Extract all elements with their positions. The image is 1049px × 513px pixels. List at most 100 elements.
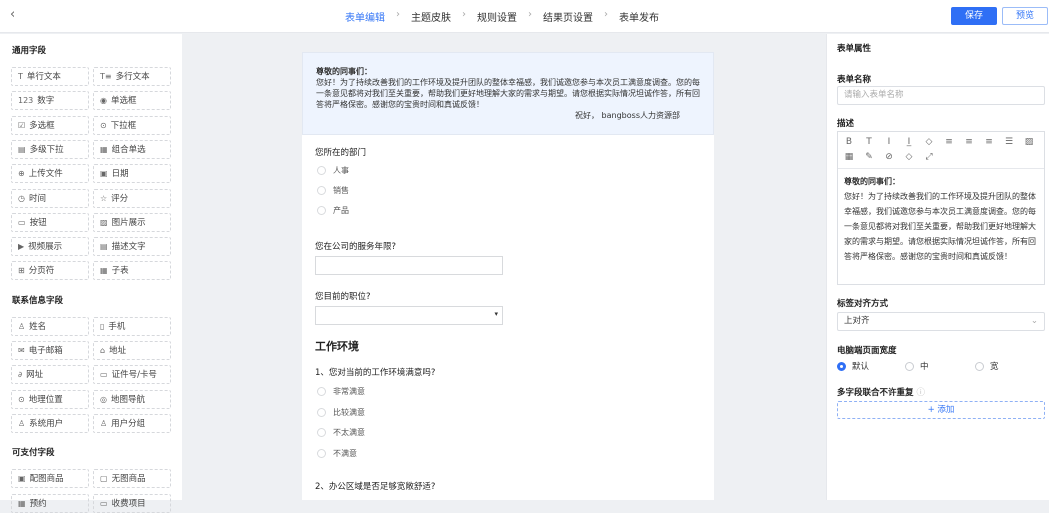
- chevron-right-icon: ›: [604, 9, 608, 20]
- toolbar-icon[interactable]: I̲: [904, 135, 914, 150]
- field-icon: ▣: [18, 474, 26, 484]
- field-item[interactable]: ▢ 无图商品: [93, 469, 171, 489]
- step-tab[interactable]: 表单发布: [619, 9, 659, 24]
- field-label: 日期: [111, 169, 129, 180]
- radio-option[interactable]: 比较满意: [317, 407, 365, 418]
- field-item[interactable]: ✉ 电子邮箱: [11, 341, 89, 360]
- field-item[interactable]: T 单行文本: [11, 67, 89, 86]
- save-button[interactable]: 保存: [951, 7, 997, 25]
- field-item[interactable]: ▭ 收费项目: [93, 493, 171, 513]
- toolbar-icon[interactable]: ⤢: [924, 150, 934, 165]
- field-item[interactable]: ⌂ 地址: [93, 341, 171, 360]
- field-item[interactable]: ▯ 手机: [93, 316, 171, 336]
- field-item[interactable]: ◉ 单选框: [93, 91, 171, 111]
- toolbar-icon[interactable]: ⊘: [884, 150, 894, 165]
- field-item[interactable]: T≡ 多行文本: [93, 67, 171, 86]
- field-icon: ▦: [100, 144, 108, 154]
- step-tab[interactable]: 表单编辑: [345, 9, 385, 24]
- field-label: 地理位置: [28, 394, 63, 405]
- toolbar-icon[interactable]: ≡: [964, 135, 974, 150]
- toolbar-icon[interactable]: ☰: [1004, 135, 1014, 150]
- field-label: 地图导航: [110, 394, 145, 405]
- toolbar-icon[interactable]: ▨: [1024, 135, 1034, 150]
- greeting: 尊敬的同事们：: [316, 67, 372, 76]
- field-item[interactable]: ▶ 视频展示: [11, 237, 89, 257]
- field-item[interactable]: ♙ 系统用户: [11, 413, 89, 433]
- width-option[interactable]: 中: [905, 360, 929, 372]
- radio-option[interactable]: 不满意: [317, 448, 357, 459]
- top-bar: ‹ 表单编辑 › 主题皮肤 › 规则设置 › 结果页设置 › 表单发布 保存 预览: [0, 0, 1049, 33]
- field-item[interactable]: ⊕ 上传文件: [11, 164, 89, 184]
- radio-circle: [317, 428, 326, 437]
- section-title: 通用字段: [12, 46, 47, 56]
- field-palette: 通用字段 T 单行文本 T≡ 多行文本 123 数字 ◉ 单选框 ☑ 多选框 ⊙ 下拉框 ▤ 多级下拉 ▦ 组合…: [0, 34, 182, 513]
- field-item[interactable]: ▤ 多级下拉: [11, 139, 89, 159]
- radio-option[interactable]: 人事: [317, 165, 349, 176]
- field-item[interactable]: ▭ 证件号/卡号: [93, 365, 171, 385]
- field-label: 分页符: [28, 266, 55, 277]
- preview-button[interactable]: 预览: [1002, 7, 1048, 25]
- chevron-right-icon: ›: [528, 9, 532, 20]
- field-label: 视频展示: [28, 242, 63, 253]
- radio-option[interactable]: 销售: [317, 185, 349, 196]
- field-item[interactable]: ◷ 时间: [11, 188, 89, 208]
- radio-option[interactable]: 非常满意: [317, 386, 365, 397]
- field-icon: ▶: [18, 242, 25, 252]
- field-item[interactable]: ⊙ 下拉框: [93, 115, 171, 135]
- radio-option[interactable]: 产品: [317, 205, 349, 216]
- field-item[interactable]: ▭ 按钮: [11, 212, 89, 232]
- years-input[interactable]: [315, 256, 503, 275]
- form-intro-banner[interactable]: 尊敬的同事们： 您好！为了持续改善我们的工作环境及提升团队的整体幸福感，我们诚邀…: [302, 52, 714, 135]
- field-label: 评分: [111, 193, 129, 204]
- chevron-right-icon: ›: [462, 9, 466, 20]
- align-select[interactable]: 上对齐 ⌄: [837, 312, 1045, 331]
- field-item[interactable]: ▤ 描述文字: [93, 237, 171, 257]
- help-icon[interactable]: ⓘ: [916, 388, 925, 398]
- field-item[interactable]: ∂ 网址: [11, 365, 89, 385]
- field-item[interactable]: ▣ 配图商品: [11, 469, 89, 489]
- toolbar-icon[interactable]: ✎: [864, 150, 874, 165]
- toolbar-icon[interactable]: ▦: [844, 150, 854, 165]
- field-item[interactable]: ⊙ 地理位置: [11, 389, 89, 409]
- toolbar-icon[interactable]: B: [844, 135, 854, 150]
- form-name-input[interactable]: 请输入表单名称: [837, 86, 1045, 105]
- toolbar-icon[interactable]: T: [864, 135, 874, 150]
- step-tab[interactable]: 结果页设置: [543, 9, 593, 24]
- field-item[interactable]: ☆ 评分: [93, 188, 171, 208]
- step-tab[interactable]: 规则设置: [477, 9, 517, 24]
- field-label: 图片展示: [111, 217, 146, 228]
- field-item[interactable]: ♙ 姓名: [11, 316, 89, 336]
- option-label: 非常满意: [333, 387, 365, 396]
- field-item[interactable]: ▨ 图片展示: [93, 212, 171, 232]
- field-item[interactable]: ◎ 地图导航: [93, 389, 171, 409]
- step-tab[interactable]: 主题皮肤: [411, 9, 451, 24]
- toolbar-icon[interactable]: I: [884, 135, 894, 150]
- width-option[interactable]: 宽: [975, 360, 999, 372]
- field-icon: ∂: [18, 370, 23, 380]
- field-item[interactable]: ▦ 子表: [93, 261, 171, 281]
- question-department: 您所在的部门: [315, 148, 367, 158]
- section-title: 可支付字段: [12, 448, 55, 459]
- field-item[interactable]: ▦ 组合单选: [93, 139, 171, 159]
- toolbar-icon[interactable]: ≡: [984, 135, 994, 150]
- width-option[interactable]: 默认: [837, 360, 869, 372]
- add-button[interactable]: + 添加: [837, 401, 1045, 419]
- description-editor[interactable]: B T I I̲ ◇ ≡ ≡ ≡ ☰ ▨ ▦ ✎ ⊘ ◇ ⤢ 尊敬的同事们： 您好！为了持续改善我们的工作环境…: [837, 131, 1045, 285]
- field-icon: ♙: [18, 321, 26, 331]
- field-label: 子表: [111, 266, 129, 277]
- field-icon: ☆: [100, 193, 108, 203]
- toolbar-icon[interactable]: ◇: [924, 135, 934, 150]
- field-item[interactable]: ☑ 多选框: [11, 115, 89, 135]
- back-icon[interactable]: ‹: [10, 7, 15, 22]
- field-item[interactable]: 123 数字: [11, 91, 89, 111]
- field-item[interactable]: ⊞ 分页符: [11, 261, 89, 281]
- field-item[interactable]: ▦ 预约: [11, 493, 89, 513]
- position-select[interactable]: ▾: [315, 306, 503, 325]
- toolbar-icon[interactable]: ◇: [904, 150, 914, 165]
- field-label: 单选框: [110, 96, 137, 107]
- radio-option[interactable]: 不太满意: [317, 427, 365, 438]
- field-item[interactable]: ♙ 用户分组: [93, 413, 171, 433]
- toolbar-icon[interactable]: ≡: [944, 135, 954, 150]
- field-item[interactable]: ▣ 日期: [93, 164, 171, 184]
- radio-circle: [317, 387, 326, 396]
